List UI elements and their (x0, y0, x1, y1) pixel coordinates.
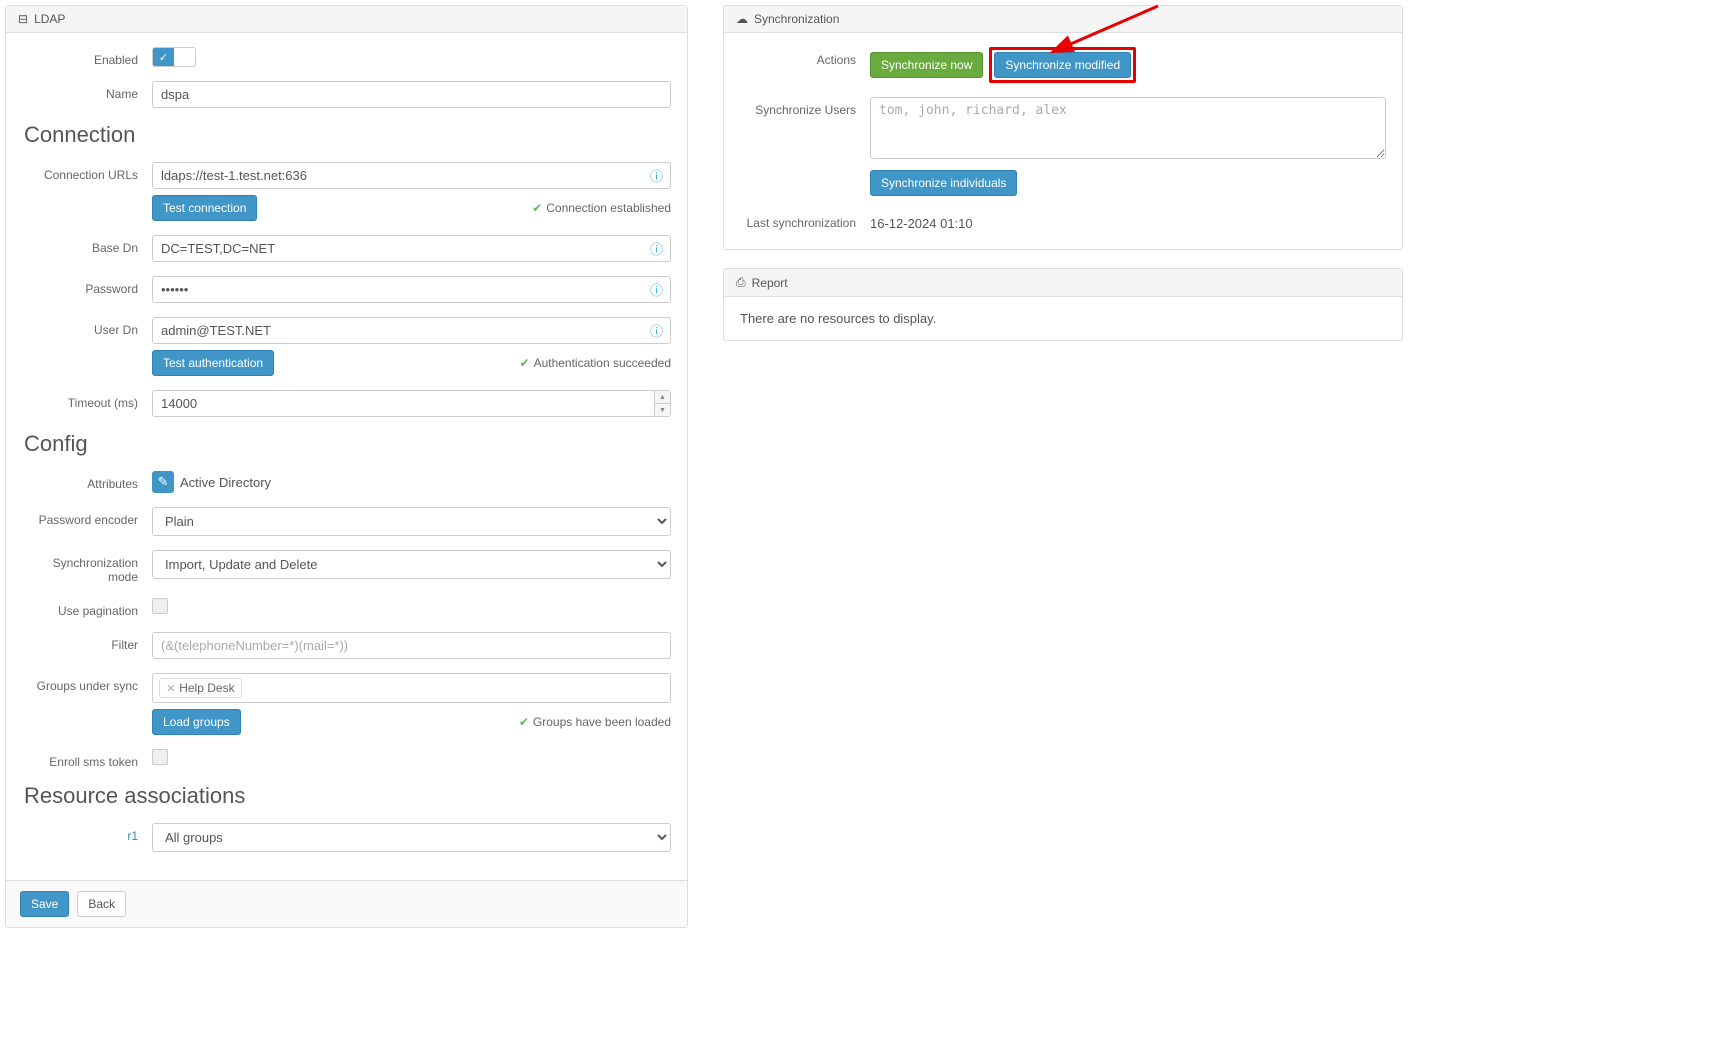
use-pagination-checkbox[interactable] (152, 598, 168, 614)
sync-now-button[interactable]: Synchronize now (870, 52, 983, 78)
label-conn-urls: Connection URLs (22, 162, 152, 182)
ldap-title: LDAP (34, 12, 65, 26)
sync-users-textarea[interactable] (870, 97, 1386, 159)
attributes-value: Active Directory (180, 475, 271, 490)
sync-title: Synchronization (754, 12, 839, 26)
groups-sync-input[interactable]: ✕ Help Desk (152, 673, 671, 703)
check-circle-icon: ✔ (532, 201, 542, 215)
label-filter: Filter (22, 632, 152, 652)
load-groups-button[interactable]: Load groups (152, 709, 241, 735)
sync-modified-button[interactable]: Synchronize modified (994, 52, 1131, 78)
ldap-panel: ⊟ LDAP Enabled ✓ Name (5, 5, 688, 928)
report-title: Report (752, 276, 788, 290)
timeout-spinner[interactable]: ▲ ▼ (654, 391, 670, 416)
password-input[interactable] (152, 276, 671, 303)
label-timeout: Timeout (ms) (22, 390, 152, 410)
label-attributes: Attributes (22, 471, 152, 491)
label-enabled: Enabled (22, 47, 152, 67)
label-last-sync: Last synchronization (740, 210, 870, 230)
save-button[interactable]: Save (20, 891, 69, 917)
check-circle-icon: ✔ (519, 715, 529, 729)
label-base-dn: Base Dn (22, 235, 152, 255)
base-dn-input[interactable] (152, 235, 671, 262)
remove-tag-icon[interactable]: ✕ (166, 682, 175, 695)
filter-input[interactable] (152, 632, 671, 659)
report-panel: ⎙ Report There are no resources to displ… (723, 268, 1403, 341)
name-input[interactable] (152, 81, 671, 108)
groups-status: ✔ Groups have been loaded (519, 715, 671, 729)
label-actions: Actions (740, 47, 870, 67)
print-icon: ⎙ (736, 275, 746, 290)
pw-encoder-select[interactable]: Plain (152, 507, 671, 536)
pencil-icon: ✎ (158, 474, 169, 490)
back-button[interactable]: Back (77, 891, 126, 917)
test-connection-button[interactable]: Test connection (152, 195, 257, 221)
enabled-toggle[interactable]: ✓ (152, 47, 196, 67)
label-name: Name (22, 81, 152, 101)
sync-mode-select[interactable]: Import, Update and Delete (152, 550, 671, 579)
label-password: Password (22, 276, 152, 296)
enroll-sms-checkbox[interactable] (152, 749, 168, 765)
ldap-footer: Save Back (6, 880, 687, 927)
user-dn-input[interactable] (152, 317, 671, 344)
check-icon: ✓ (153, 48, 174, 66)
section-connection: Connection (24, 122, 671, 148)
group-tag: ✕ Help Desk (159, 678, 242, 698)
test-auth-button[interactable]: Test authentication (152, 350, 274, 376)
section-resource-assoc: Resource associations (24, 783, 671, 809)
sync-panel: ☁ Synchronization Actions Synchronize no… (723, 5, 1403, 250)
highlight-annotation: Synchronize modified (989, 47, 1136, 83)
label-use-pagination: Use pagination (22, 598, 152, 618)
connection-urls-input[interactable] (152, 162, 671, 189)
ldap-panel-header: ⊟ LDAP (6, 6, 687, 33)
last-sync-value: 16-12-2024 01:10 (870, 216, 973, 231)
label-sync-mode: Synchronization mode (22, 550, 152, 584)
cloud-icon: ☁ (736, 12, 748, 26)
sync-individuals-button[interactable]: Synchronize individuals (870, 170, 1017, 196)
auth-status: ✔ Authentication succeeded (520, 356, 672, 370)
chevron-down-icon[interactable]: ▼ (655, 404, 670, 416)
label-groups-sync: Groups under sync (22, 673, 152, 693)
sync-panel-header: ☁ Synchronization (724, 6, 1402, 33)
resource-link-r1[interactable]: r1 (127, 829, 138, 843)
database-icon: ⊟ (18, 12, 28, 26)
check-circle-icon: ✔ (520, 356, 530, 370)
section-config: Config (24, 431, 671, 457)
report-empty-msg: There are no resources to display. (740, 311, 936, 326)
label-pw-encoder: Password encoder (22, 507, 152, 527)
edit-attributes-button[interactable]: ✎ (152, 471, 174, 493)
label-user-dn: User Dn (22, 317, 152, 337)
timeout-input[interactable] (152, 390, 671, 417)
label-sync-users: Synchronize Users (740, 97, 870, 117)
connection-status: ✔ Connection established (532, 201, 671, 215)
report-panel-header: ⎙ Report (724, 269, 1402, 297)
label-enroll-sms: Enroll sms token (22, 749, 152, 769)
resource-select[interactable]: All groups (152, 823, 671, 852)
chevron-up-icon[interactable]: ▲ (655, 391, 670, 404)
